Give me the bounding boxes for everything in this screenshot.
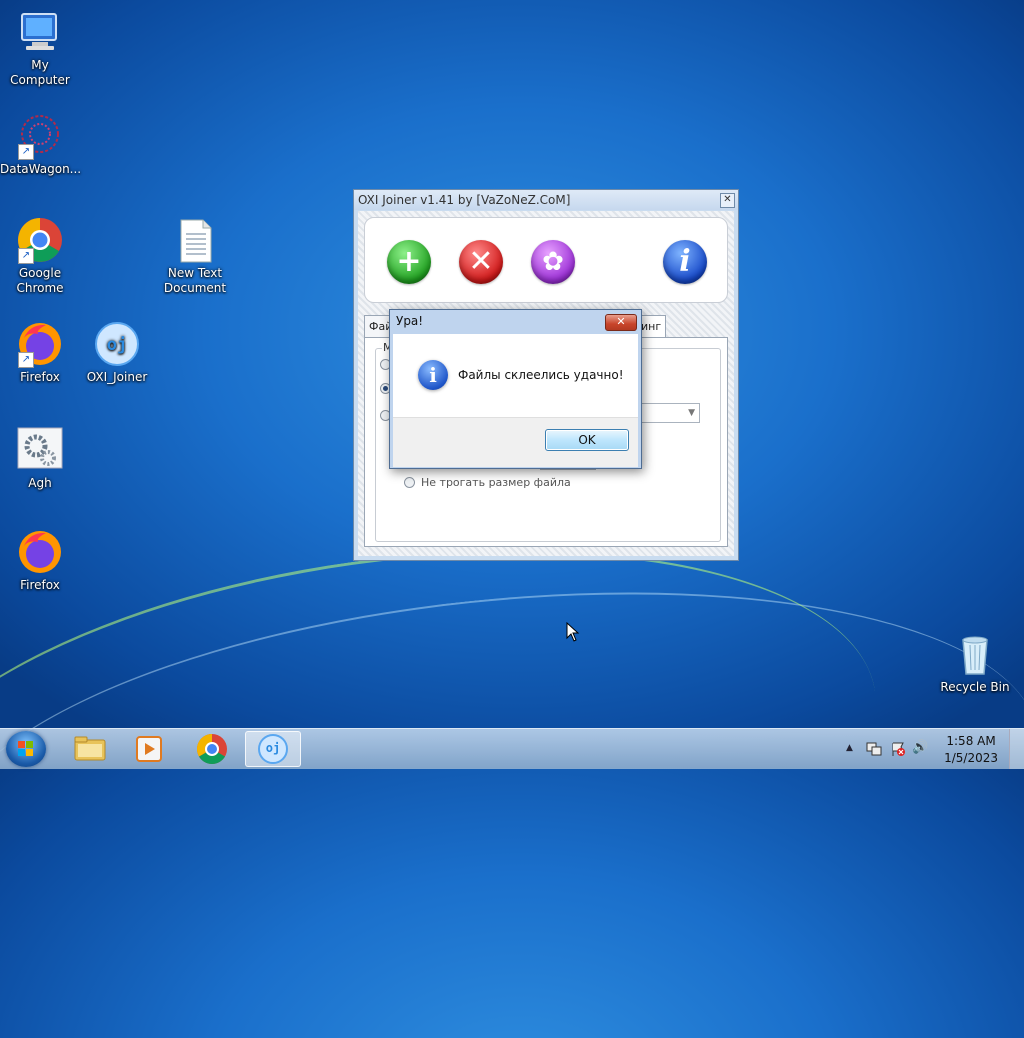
desktop-icon-google-chrome[interactable]: ↗ Google Chrome xyxy=(0,216,80,296)
info-button[interactable]: i xyxy=(663,240,707,284)
dialog-title: Ура! xyxy=(396,314,424,328)
tray-expand-icon[interactable]: ▲ xyxy=(846,743,853,753)
desktop-icon-label: DataWagon... xyxy=(0,162,82,176)
text-file-icon xyxy=(171,216,219,264)
settings-button[interactable]: ✿ xyxy=(531,240,575,284)
computer-icon xyxy=(16,8,64,56)
desktop-icon-oxi-joiner[interactable]: oj OXI_Joiner xyxy=(77,320,157,385)
taskbar-app-label: oj xyxy=(265,741,281,755)
desktop-icon-datawagon[interactable]: ↗ DataWagon... xyxy=(0,112,82,177)
clock-date: 1/5/2023 xyxy=(944,751,998,765)
message-dialog: Ура! ✕ i Файлы склеелись удачно! OK xyxy=(389,309,642,469)
desktop-icon-agh[interactable]: Agh xyxy=(0,426,80,491)
desktop-icon-my-computer[interactable]: My Computer xyxy=(0,8,80,88)
firefox-icon: ↗ xyxy=(16,320,64,368)
mouse-cursor-icon xyxy=(566,622,580,642)
window-title: OXI Joiner v1.41 by [VaZoNeZ.CoM] xyxy=(354,190,738,210)
desktop-icon-label: New Text Document xyxy=(163,266,227,295)
taskbar-oxi-joiner[interactable]: oj xyxy=(245,731,301,767)
desktop-wallpaper-swoosh xyxy=(0,543,1024,1038)
taskbar-explorer[interactable] xyxy=(62,731,118,767)
ok-button[interactable]: OK xyxy=(545,429,629,451)
shortcut-arrow-icon: ↗ xyxy=(18,248,34,264)
taskbar-chrome[interactable] xyxy=(184,731,240,767)
folder-icon xyxy=(74,736,106,761)
show-desktop-button[interactable] xyxy=(1009,729,1024,769)
desktop-icon-label: Google Chrome xyxy=(16,266,64,295)
desktop-icon-recycle-bin[interactable]: Recycle Bin xyxy=(935,630,1015,695)
desktop-icon-label: My Computer xyxy=(10,58,70,87)
desktop-icon-label: Firefox xyxy=(20,370,60,384)
volume-icon[interactable]: 🔊 xyxy=(912,740,928,755)
desktop-icon-label: Agh xyxy=(28,476,52,490)
toolbar: + ✕ ✿ i xyxy=(364,217,728,303)
dialog-body: i Файлы склеелись удачно! OK xyxy=(393,334,638,467)
radio-keep-size[interactable] xyxy=(404,477,415,488)
info-icon: i xyxy=(418,360,448,390)
desktop-icon-firefox-2[interactable]: Firefox xyxy=(0,528,80,593)
chrome-icon xyxy=(196,734,227,765)
chrome-icon: ↗ xyxy=(16,216,64,264)
network-icon[interactable] xyxy=(866,741,882,757)
delete-files-button[interactable]: ✕ xyxy=(459,240,503,284)
oxi-joiner-icon: oj xyxy=(93,320,141,368)
windows-logo-icon xyxy=(18,741,34,757)
media-player-icon xyxy=(136,736,162,762)
dialog-close-button[interactable]: ✕ xyxy=(605,314,637,331)
desktop-icon-label: Firefox xyxy=(20,578,60,592)
add-files-button[interactable]: + xyxy=(387,240,431,284)
settings-gears-icon xyxy=(16,426,64,474)
dialog-footer: OK xyxy=(393,417,638,467)
action-center-flag-icon[interactable] xyxy=(890,741,906,757)
desktop-icon-label: Recycle Bin xyxy=(940,680,1010,694)
firefox-icon xyxy=(16,528,64,576)
dialog-message: Файлы склеелись удачно! xyxy=(458,368,624,382)
desktop-icon-new-text-document[interactable]: New Text Document xyxy=(155,216,235,296)
keep-size-label: Не трогать размер файла xyxy=(421,476,571,489)
datawagon-icon: ↗ xyxy=(16,112,64,160)
shortcut-arrow-icon: ↗ xyxy=(18,352,34,368)
taskbar: oj ▲ 🔊 1:58 AM 1/5/2023 xyxy=(0,728,1024,769)
clock[interactable]: 1:58 AM 1/5/2023 xyxy=(944,733,998,767)
desktop-icon-firefox[interactable]: ↗ Firefox xyxy=(0,320,80,385)
taskbar-media-player[interactable] xyxy=(121,731,177,767)
desktop-icon-label: OXI_Joiner xyxy=(86,370,148,384)
svg-text:oj: oj xyxy=(107,335,127,355)
clock-time: 1:58 AM xyxy=(946,734,996,748)
window-close-button[interactable]: ✕ xyxy=(720,193,735,208)
size-dropdown[interactable]: ▼ xyxy=(640,403,700,423)
shortcut-arrow-icon: ↗ xyxy=(18,144,34,160)
recycle-bin-icon xyxy=(951,630,999,678)
start-button[interactable] xyxy=(6,731,46,767)
